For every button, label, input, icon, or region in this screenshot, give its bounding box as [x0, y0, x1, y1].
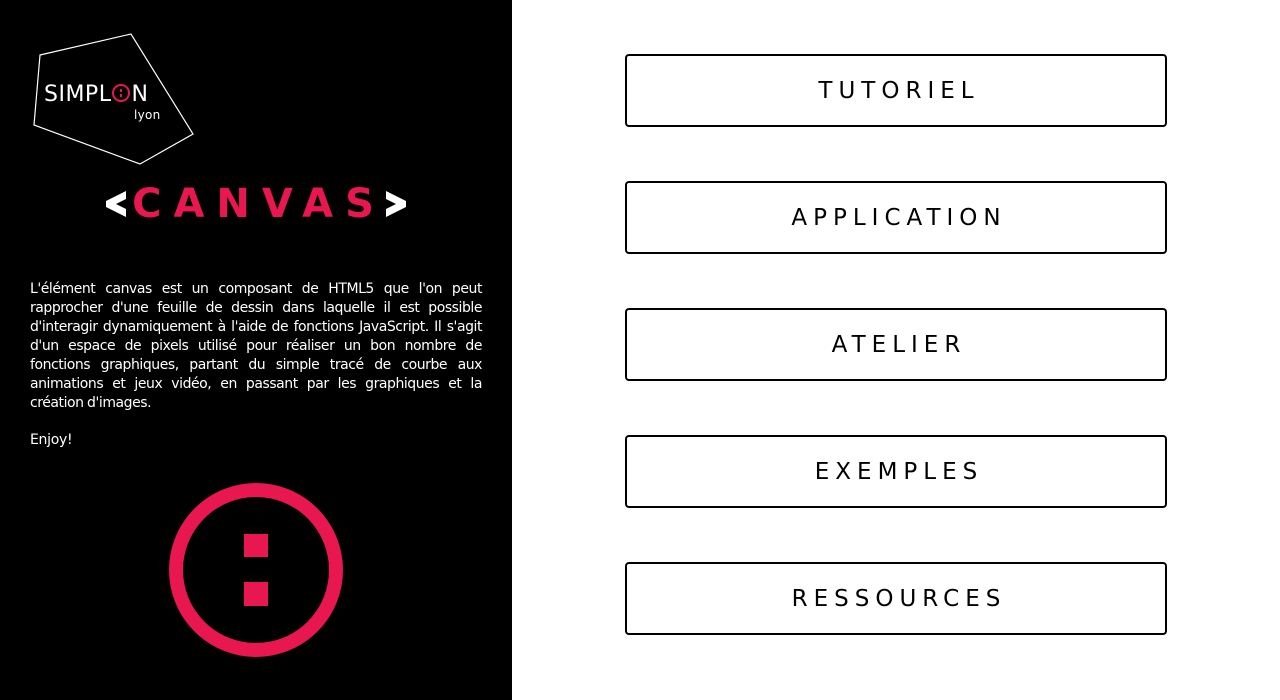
- page-title: CANVAS: [132, 181, 386, 227]
- chevron-left-icon: [106, 191, 127, 217]
- tutoriel-button[interactable]: TUTORIEL: [625, 54, 1167, 127]
- description-text: L'élément canvas est un composant de HTM…: [30, 281, 482, 411]
- exemples-button[interactable]: EXEMPLES: [625, 435, 1167, 508]
- logo-wordmark: SIMPL N: [44, 82, 149, 107]
- sidebar: SIMPL N lyon CANVAS L'élément canvas est …: [0, 0, 512, 700]
- main-menu: TUTORIEL APPLICATION ATELIER EXEMPLES RE…: [625, 54, 1167, 689]
- chevron-right-icon: [385, 191, 406, 217]
- simplon-emblem-icon: [169, 483, 343, 657]
- atelier-button[interactable]: ATELIER: [625, 308, 1167, 381]
- application-button[interactable]: APPLICATION: [625, 181, 1167, 254]
- simplon-logo[interactable]: SIMPL N lyon: [30, 30, 200, 170]
- logo-o-icon: [112, 84, 131, 102]
- page-title-row: CANVAS: [0, 178, 512, 230]
- logo-subtext: lyon: [134, 108, 161, 122]
- closing-text: Enjoy!: [30, 432, 73, 448]
- ressources-button[interactable]: RESSOURCES: [625, 562, 1167, 635]
